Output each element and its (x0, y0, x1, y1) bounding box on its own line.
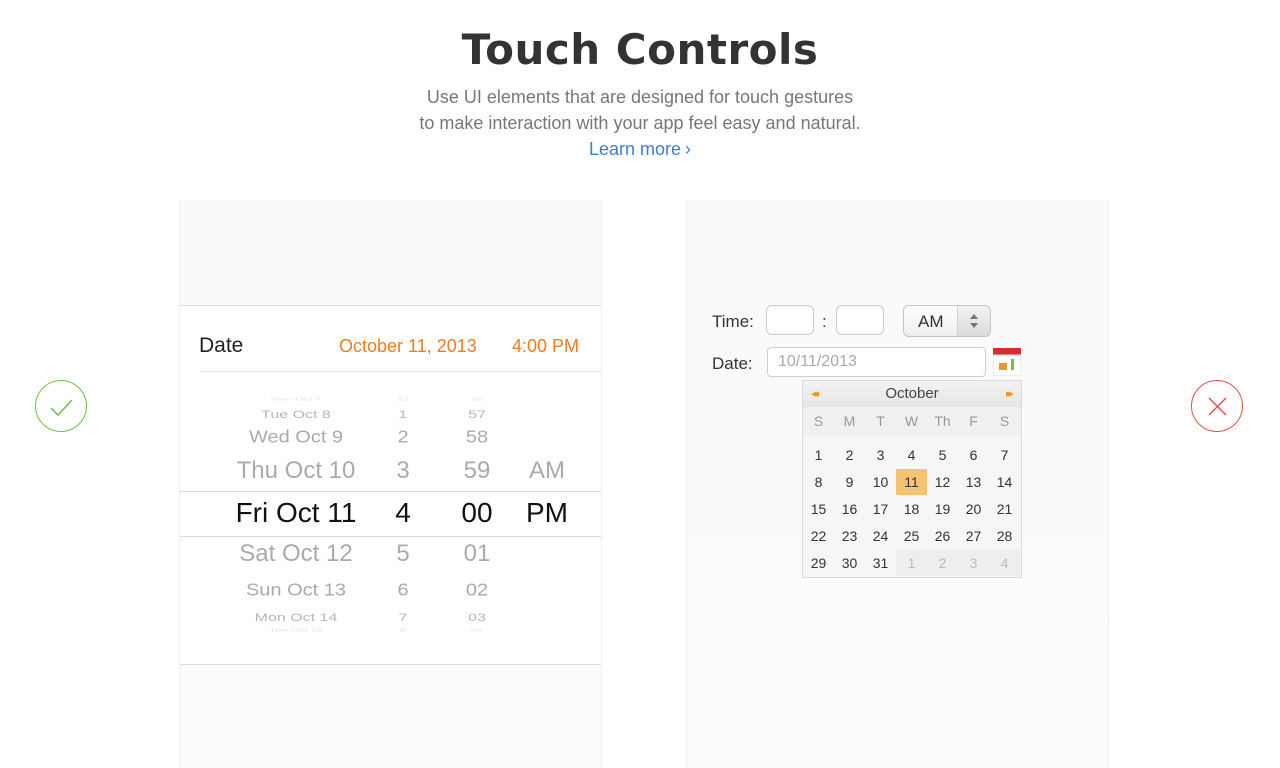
calendar-day[interactable]: 1 (803, 442, 834, 468)
calendar-month: October (885, 385, 939, 402)
picker-minute-option[interactable]: 04 (377, 627, 577, 632)
subtitle-line-1: Use UI elements that are designed for to… (426, 87, 854, 107)
time-separator: : (822, 312, 827, 331)
subtitle-line-2: to make interaction with your app feel e… (419, 113, 861, 133)
picker-wheel[interactable]: Mon Oct 7 Tue Oct 8 Wed Oct 9 Thu Oct 10 Fri… (180, 306, 601, 664)
calendar-day[interactable]: 13 (958, 469, 989, 495)
date-field[interactable] (767, 347, 986, 377)
calendar-day[interactable]: 1 (896, 550, 927, 576)
calendar-day[interactable]: 19 (927, 496, 958, 522)
cross-icon (1191, 380, 1243, 432)
page-title: Touch Controls (461, 25, 819, 74)
calendar-day[interactable]: 7 (989, 442, 1020, 468)
calendar-day[interactable]: 3 (958, 550, 989, 576)
calendar-day[interactable]: 8 (803, 469, 834, 495)
calendar-day[interactable]: 26 (927, 523, 958, 549)
next-month-icon[interactable]: ▸▸ (1006, 387, 1014, 400)
ampm-value: AM (918, 312, 944, 331)
good-example-panel: Date October 11, 2013 4:00 PM Mon Oct 7T… (180, 200, 601, 768)
calendar-day[interactable]: 9 (834, 469, 865, 495)
weekday-label: M (843, 413, 856, 429)
calendar-day[interactable]: 22 (803, 523, 834, 549)
calendar-day[interactable]: 20 (958, 496, 989, 522)
picker-minute-option[interactable]: 56 (377, 396, 577, 401)
weekday-header: S M T W Th F S (803, 407, 1021, 435)
calendar-day[interactable]: 23 (834, 523, 865, 549)
calendar-day[interactable]: 31 (865, 550, 896, 576)
picker-minute-option[interactable]: 57 (377, 409, 577, 422)
calendar-day[interactable]: 2 (927, 550, 958, 576)
picker-minute-option[interactable]: 03 (377, 612, 577, 625)
picker-ampm-option[interactable]: PM (447, 497, 647, 529)
learn-more-link[interactable]: Learn more › (589, 136, 691, 162)
weekday-label: W (904, 413, 919, 429)
weekday-label: S (813, 413, 824, 429)
minute-field[interactable] (836, 305, 884, 335)
picker-minute-option[interactable]: 58 (377, 427, 577, 447)
calendar-day[interactable]: 24 (865, 523, 896, 549)
date-label: Date: (712, 354, 753, 373)
calendar-day[interactable]: 28 (989, 523, 1020, 549)
checkmark-icon (35, 380, 87, 432)
picker-minute-option[interactable]: 02 (377, 580, 577, 600)
calendar-day[interactable]: 10 (865, 469, 896, 495)
picker-ampm-option[interactable]: AM (447, 457, 647, 485)
calendar-header: ◂◂ October ▸▸ (803, 381, 1021, 407)
calendar-day[interactable]: 21 (989, 496, 1020, 522)
calendar-day-selected[interactable]: 11 (896, 469, 927, 495)
calendar-day[interactable]: 25 (896, 523, 927, 549)
calendar-day[interactable]: 17 (865, 496, 896, 522)
stepper-icon[interactable] (957, 306, 990, 336)
section-header: Touch Controls Use UI elements that are … (0, 22, 1280, 162)
calendar-day[interactable]: 3 (865, 442, 896, 468)
hour-field[interactable] (766, 305, 814, 335)
weekday-label: Th (934, 413, 951, 429)
calendar-day[interactable]: 12 (927, 469, 958, 495)
calendar-day[interactable]: 27 (958, 523, 989, 549)
calendar-day[interactable]: 30 (834, 550, 865, 576)
calendar-day[interactable]: 29 (803, 550, 834, 576)
calendar-day[interactable]: 5 (927, 442, 958, 468)
weekday-label: S (999, 413, 1010, 429)
calendar-day[interactable]: 4 (896, 442, 927, 468)
time-label: Time: (712, 312, 754, 331)
calendar-day[interactable]: 6 (958, 442, 989, 468)
bad-example-panel: Time: : AM Date: ◂◂ October ▸▸ S M T W Th FS … (687, 200, 1108, 768)
learn-more-label: Learn more (588, 139, 682, 159)
calendar-day[interactable]: 2 (834, 442, 865, 468)
calendar-popup: ◂◂ October ▸▸ S M T W Th F S 1 2 3 4 5 6 7 8 9 10 11 12 13… (802, 380, 1022, 578)
picker-minute-option[interactable]: 01 (377, 540, 577, 568)
calendar-day[interactable]: 16 (834, 496, 865, 522)
weekday-label: F (969, 413, 978, 429)
calendar-day[interactable]: 18 (896, 496, 927, 522)
weekday-label: T (876, 413, 885, 429)
calendar-day[interactable]: 4 (989, 550, 1020, 576)
ampm-select[interactable]: AM (903, 305, 991, 337)
calendar-day[interactable]: 15 (803, 496, 834, 522)
calendar-day[interactable]: 14 (989, 469, 1020, 495)
ios-date-picker-card: Date October 11, 2013 4:00 PM Mon Oct 7T… (180, 305, 601, 665)
chevron-right-icon: › (685, 139, 692, 159)
calendar-icon[interactable] (992, 348, 1022, 377)
